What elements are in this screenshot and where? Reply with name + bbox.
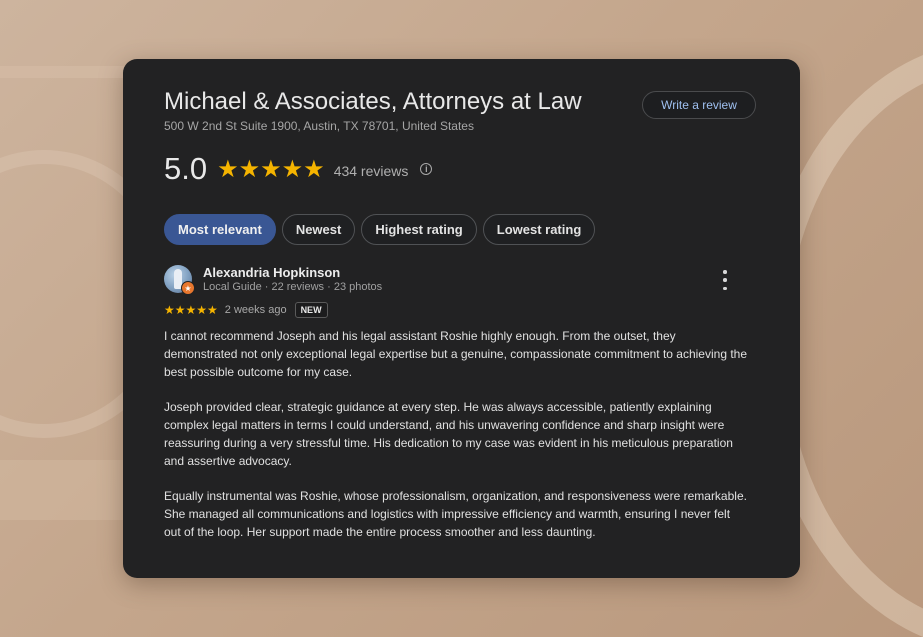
review-date: 2 weeks ago <box>224 304 287 316</box>
rating-value: 5.0 <box>164 151 208 186</box>
business-name: Michael & Associates, Attorneys at Law <box>164 88 582 115</box>
write-review-button[interactable]: Write a review <box>642 91 756 119</box>
more-dot <box>723 286 727 290</box>
review-count[interactable]: 434 reviews <box>334 163 409 179</box>
more-vert-icon[interactable] <box>719 270 731 290</box>
rating-summary: 5.0 ★★★★★ 434 reviews i <box>164 151 433 187</box>
more-dot <box>723 270 727 274</box>
avatar[interactable]: ★ <box>164 265 195 295</box>
sort-chip-highest-rating[interactable]: Highest rating <box>361 214 477 245</box>
local-guide-badge-icon: ★ <box>181 281 195 295</box>
sort-chip-newest[interactable]: Newest <box>281 214 356 245</box>
review-paragraph: Joseph provided clear, strategic guidanc… <box>164 400 733 468</box>
business-address: 500 W 2nd St Suite 1900, Austin, TX 7870… <box>164 119 474 133</box>
review-paragraph: I cannot recommend Joseph and his legal … <box>164 329 748 379</box>
background-bar <box>0 66 125 78</box>
more-dot <box>723 278 727 282</box>
review-meta-row: ★★★★★ 2 weeks ago NEW <box>164 302 328 318</box>
reviewer-name[interactable]: Alexandria Hopkinson <box>203 265 340 280</box>
sort-chips: Most relevant Newest Highest rating Lowe… <box>164 214 596 245</box>
sort-chip-lowest-rating[interactable]: Lowest rating <box>482 214 596 245</box>
rating-stars: ★★★★★ <box>217 155 325 183</box>
sort-chip-most-relevant[interactable]: Most relevant <box>164 214 276 245</box>
info-icon[interactable]: i <box>420 163 433 175</box>
reviews-card: Michael & Associates, Attorneys at Law 5… <box>123 59 800 578</box>
review-text: I cannot recommend Joseph and his legal … <box>164 328 749 559</box>
new-badge: NEW <box>294 302 328 318</box>
background-base <box>0 460 125 520</box>
reviewer-meta: Local Guide · 22 reviews · 23 photos <box>203 281 383 293</box>
review-stars: ★★★★★ <box>164 303 218 317</box>
review-paragraph: Equally instrumental was Roshie, whose p… <box>164 489 747 539</box>
